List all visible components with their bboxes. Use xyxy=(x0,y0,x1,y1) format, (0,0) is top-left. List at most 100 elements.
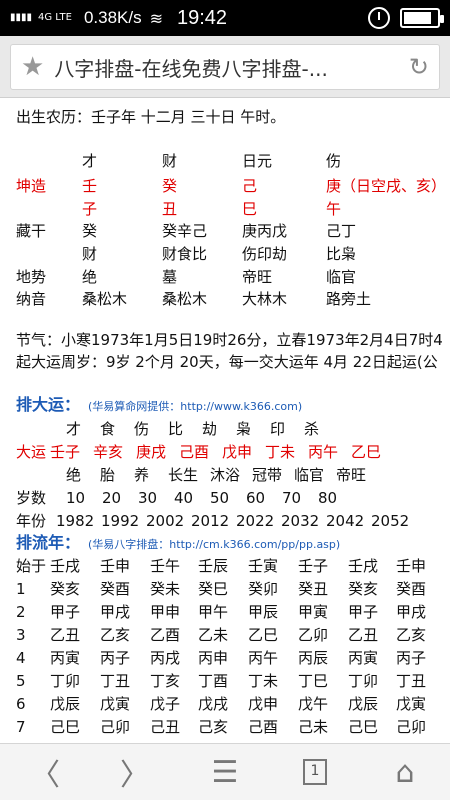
liunian-cell: 癸巳 xyxy=(198,580,229,598)
liunian-cell: 甲午 xyxy=(198,603,229,621)
liunian-cell: 7 xyxy=(16,718,26,736)
branch-cell: 巳 xyxy=(242,200,258,218)
age-cell: 30 xyxy=(138,489,158,507)
liunian-cell: 始于 xyxy=(16,557,47,575)
liunian-cell: 癸丑 xyxy=(298,580,329,598)
liunian-cell: 己酉 xyxy=(248,718,279,736)
liunian-cell: 丁酉 xyxy=(198,672,229,690)
dayun-cell: 庚戌 xyxy=(136,443,167,461)
dayun-label: 大运 xyxy=(16,443,47,461)
tabs-button[interactable]: 1 xyxy=(270,744,360,800)
age-cell: 60 xyxy=(246,489,266,507)
nayin-cell: 大林木 xyxy=(242,290,288,308)
liunian-cell: 乙未 xyxy=(198,626,229,644)
dayun-god-cell: 食 xyxy=(100,420,116,438)
liunian-cell: 壬申 xyxy=(100,557,131,575)
canggan-cell: 癸辛己 xyxy=(162,222,208,240)
liunian-cell: 壬戌 xyxy=(348,557,379,575)
alarm-icon xyxy=(368,7,390,29)
dayun-state-cell: 胎 xyxy=(100,466,116,484)
liunian-cell: 壬寅 xyxy=(248,557,279,575)
liunian-cell: 己巳 xyxy=(348,718,379,736)
year-cell: 2032 xyxy=(281,512,320,530)
browser-toolbar: ★ 八字排盘-在线免费八字排盘-... ↻ xyxy=(0,36,450,98)
dishi-cell: 绝 xyxy=(82,268,98,286)
liunian-cell: 己巳 xyxy=(50,718,81,736)
header-cell: 财 xyxy=(162,152,178,170)
liunian-cell: 丙辰 xyxy=(298,649,329,667)
canggan-god-cell: 伤印劫 xyxy=(242,245,288,263)
header-cell: 日元 xyxy=(242,152,273,170)
liunian-cell: 1 xyxy=(16,580,26,598)
dayun-cell: 戊申 xyxy=(222,443,253,461)
liunian-cell: 丁亥 xyxy=(150,672,181,690)
dayun-cell: 壬子 xyxy=(50,443,81,461)
liunian-source-link[interactable]: (华易八字排盘：http://cm.k366.com/pp/pp.asp) xyxy=(88,534,340,556)
liunian-cell: 丁丑 xyxy=(100,672,131,690)
liunian-cell: 壬辰 xyxy=(198,557,229,575)
liunian-cell: 戊辰 xyxy=(50,695,81,713)
liunian-cell: 戊寅 xyxy=(100,695,131,713)
branch-cell: 丑 xyxy=(162,200,178,218)
age-cell: 10 xyxy=(66,489,86,507)
liunian-cell: 癸卯 xyxy=(248,580,279,598)
address-bar[interactable]: ★ 八字排盘-在线免费八字排盘-... ↻ xyxy=(10,44,440,90)
stem-cell: 庚（日空戌、亥） xyxy=(326,177,447,195)
nayin-cell: 桑松木 xyxy=(82,290,128,308)
year-cell: 2002 xyxy=(146,512,185,530)
dayun-god-cell: 才 xyxy=(66,420,82,438)
liunian-cell: 丙午 xyxy=(248,649,279,667)
liunian-cell: 丙申 xyxy=(198,649,229,667)
liunian-cell: 甲寅 xyxy=(298,603,329,621)
liunian-cell: 癸亥 xyxy=(50,580,81,598)
liunian-cell: 癸未 xyxy=(150,580,181,598)
canggan-cell: 庚丙戊 xyxy=(242,222,288,240)
wifi-icon: ≋ xyxy=(149,8,163,28)
home-icon[interactable]: ⌂ xyxy=(360,744,450,800)
liunian-cell: 丁卯 xyxy=(50,672,81,690)
liunian-cell: 壬戌 xyxy=(50,557,81,575)
liunian-cell: 甲戌 xyxy=(100,603,131,621)
nayin-cell: 桑松木 xyxy=(162,290,208,308)
liunian-cell: 2 xyxy=(16,603,26,621)
bookmark-star-icon[interactable]: ★ xyxy=(21,52,44,82)
dishi-cell: 墓 xyxy=(162,268,178,286)
liunian-cell: 戊申 xyxy=(248,695,279,713)
canggan-god-cell: 比枭 xyxy=(326,245,357,263)
menu-icon[interactable]: ☰ xyxy=(180,744,270,800)
year-cell: 2052 xyxy=(371,512,410,530)
stem-cell: 壬 xyxy=(82,177,98,195)
liunian-cell: 戊午 xyxy=(298,695,329,713)
year-cell: 2012 xyxy=(191,512,230,530)
dayun-source-link[interactable]: (华易算命网提供：http://www.k366.com) xyxy=(88,396,302,418)
dayun-cell: 丙午 xyxy=(308,443,339,461)
liunian-cell: 6 xyxy=(16,695,26,713)
year-cell: 2042 xyxy=(326,512,365,530)
dayun-god-cell: 杀 xyxy=(304,420,320,438)
battery-icon xyxy=(400,8,444,28)
liunian-cell: 乙亥 xyxy=(396,626,427,644)
liunian-cell: 乙亥 xyxy=(100,626,131,644)
stem-cell: 己 xyxy=(242,177,258,195)
age-cell: 20 xyxy=(102,489,122,507)
stem-cell: 癸 xyxy=(162,177,178,195)
liunian-cell: 丙子 xyxy=(100,649,131,667)
liunian-cell: 己丑 xyxy=(150,718,181,736)
dayun-god-cell: 比 xyxy=(168,420,184,438)
liunian-cell: 甲子 xyxy=(348,603,379,621)
page-title[interactable]: 八字排盘-在线免费八字排盘-... xyxy=(54,53,401,82)
dayun-cell: 辛亥 xyxy=(93,443,124,461)
liunian-cell: 己卯 xyxy=(100,718,131,736)
liunian-cell: 戊寅 xyxy=(396,695,427,713)
forward-icon[interactable]: 〉 xyxy=(90,744,180,800)
dishi-cell: 临官 xyxy=(326,268,357,286)
reload-icon[interactable]: ↻ xyxy=(409,53,429,81)
back-icon[interactable]: 〈 xyxy=(0,744,90,800)
liunian-cell: 3 xyxy=(16,626,26,644)
liunian-cell: 戊子 xyxy=(150,695,181,713)
liunian-cell: 丙寅 xyxy=(50,649,81,667)
liunian-cell: 壬子 xyxy=(298,557,329,575)
liunian-cell: 甲申 xyxy=(150,603,181,621)
liunian-cell: 己卯 xyxy=(396,718,427,736)
header-cell: 才 xyxy=(82,152,98,170)
